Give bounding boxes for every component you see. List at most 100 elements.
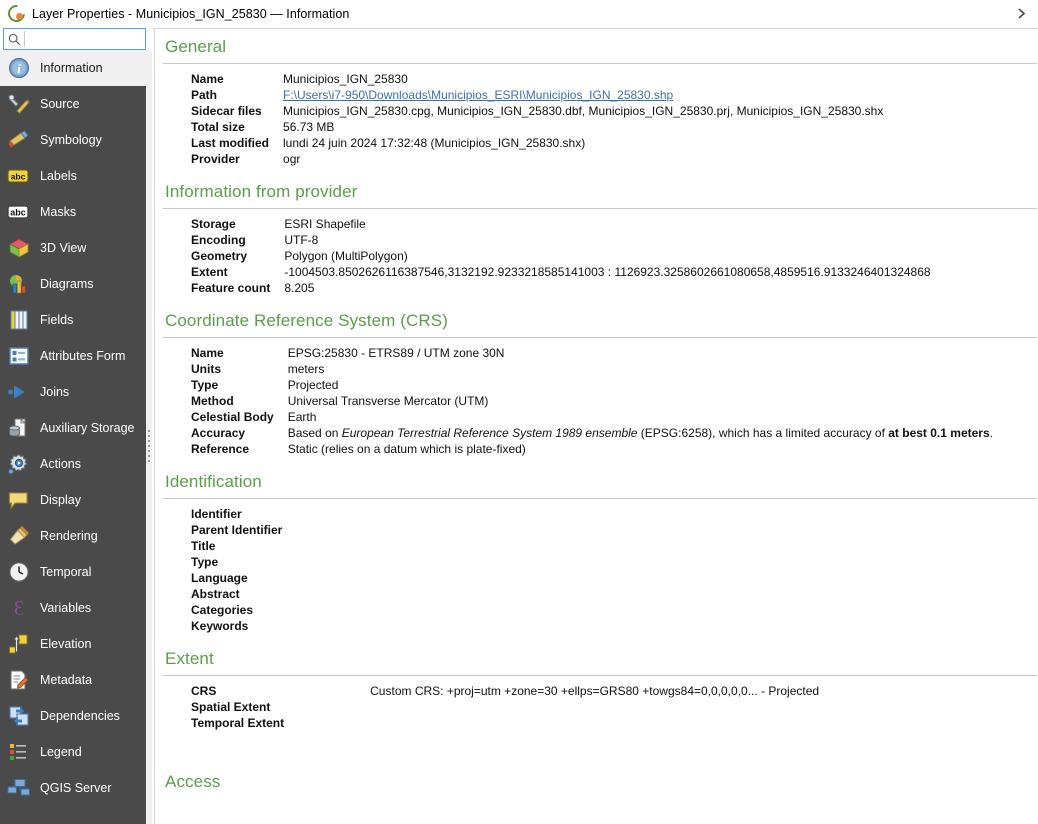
table-row: Extent -1004503.8502626116387546,3132192… [191,265,931,281]
row-value: UTF-8 [284,233,319,247]
close-icon[interactable] [1010,3,1032,23]
qgis-server-icon [6,775,32,801]
svg-text:i: i [17,61,21,76]
row-value: Municipios_IGN_25830.cpg, Municipios_IGN… [283,104,884,118]
sidebar-item-masks[interactable]: abc Masks [0,194,146,230]
masks-abc-icon: abc [6,199,32,225]
sidebar-item-qgis-server[interactable]: QGIS Server [0,770,146,806]
title-bar: Layer Properties - Municipios_IGN_25830 … [0,0,1038,27]
window-title: Layer Properties - Municipios_IGN_25830 … [32,6,350,21]
svg-text:Ɛ: Ɛ [14,597,25,619]
crs-table: Name EPSG:25830 - ETRS89 / UTM zone 30N … [191,346,993,458]
row-value: Custom CRS: +proj=utm +zone=30 +ellps=GR… [370,684,820,698]
path-link[interactable]: F:\Users\i7-950\Downloads\Municipios_ESR… [283,88,673,102]
table-row: Storage ESRI Shapefile [191,217,931,233]
sidebar-item-joins[interactable]: Joins [0,374,146,410]
row-key: Geometry [191,249,248,263]
sidebar-item-display[interactable]: Display [0,482,146,518]
identification-table: Identifier Parent Identifier Title Type [191,507,296,635]
sidebar-item-label: Fields [40,313,74,327]
row-value: Projected [287,378,339,392]
search-box[interactable] [3,28,186,50]
section-crs: Coordinate Reference System (CRS) Name E… [163,311,1038,458]
row-key: Temporal Extent [191,716,285,730]
sidebar-item-actions[interactable]: Actions [0,446,146,482]
sidebar-item-3d-view[interactable]: 3D View [0,230,146,266]
row-key: CRS [191,684,217,698]
sidebar-item-label: Source [40,97,80,111]
sidebar-item-label: Display [40,493,81,507]
table-row: CRS Custom CRS: +proj=utm +zone=30 +ellp… [191,684,819,700]
sidebar-item-labels[interactable]: abc Labels [0,158,146,194]
table-row: Method Universal Transverse Mercator (UT… [191,394,993,410]
properties-sidebar[interactable]: i Information Source Symbology abc Label… [0,50,146,824]
row-value: Static (relies on a datum which is plate… [287,442,526,456]
sidebar-item-label: Masks [40,205,77,219]
sidebar-item-label: Elevation [40,637,92,651]
row-key: Type [191,378,219,392]
table-row: Total size 56.73 MB [191,120,883,136]
sidebar-item-metadata[interactable]: Metadata [0,662,146,698]
sidebar-item-fields[interactable]: Fields [0,302,146,338]
auxiliary-storage-icon [6,415,32,441]
sidebar-item-symbology[interactable]: Symbology [0,122,146,158]
layer-properties-dialog: Layer Properties - Municipios_IGN_25830 … [0,0,1038,824]
sidebar-item-temporal[interactable]: Temporal [0,554,146,590]
row-key: Title [191,539,216,553]
row-key: Name [191,72,224,86]
row-key: Language [191,571,248,585]
sidebar-item-source[interactable]: Source [0,86,146,122]
sidebar-item-diagrams[interactable]: Diagrams [0,266,146,302]
row-key: Identifier [191,507,242,521]
table-row-accuracy: Accuracy Based on European Terrestrial R… [191,426,993,442]
section-access: Access [163,772,1038,792]
row-key: Method [191,394,234,408]
table-row: Spatial Extent [191,700,819,716]
sidebar-item-legend[interactable]: Legend [0,734,146,770]
sidebar-item-label: Symbology [40,133,102,147]
table-row: Path F:\Users\i7-950\Downloads\Municipio… [191,88,883,104]
splitter-grip [148,430,150,464]
sidebar-item-variables[interactable]: Ɛ Variables [0,590,146,626]
sidebar-item-auxiliary-storage[interactable]: Auxiliary Storage [0,410,146,446]
row-key: Categories [191,603,254,617]
table-row: Type [191,555,296,571]
row-key: Spatial Extent [191,700,271,714]
section-heading: General [165,37,227,56]
row-value: Earth [287,410,317,424]
sidebar-splitter[interactable] [146,50,152,824]
sidebar-item-rendering[interactable]: Rendering [0,518,146,554]
row-key: Accuracy [191,426,246,440]
sidebar-item-dependencies[interactable]: Dependencies [0,698,146,734]
dependencies-icon [6,703,32,729]
sidebar-item-information[interactable]: i Information [0,50,146,86]
information-icon: i [6,55,32,81]
divider [163,675,1037,676]
table-row: Name Municipios_IGN_25830 [191,72,883,88]
row-key: Type [191,555,219,569]
row-value: Municipios_IGN_25830 [283,72,408,86]
divider [163,208,1037,209]
labels-abc-icon: abc [6,163,32,189]
temporal-clock-icon [6,559,32,585]
row-key: Units [191,362,221,376]
row-value: ESRI Shapefile [284,217,366,231]
diagrams-chart-icon [6,271,32,297]
table-row: Language [191,571,296,587]
section-provider: Information from provider Storage ESRI S… [163,182,1038,297]
sidebar-item-attributes-form[interactable]: Attributes Form [0,338,146,374]
accuracy-datum-name: European Terrestrial Reference System 19… [341,426,638,440]
row-key: Last modified [191,136,270,150]
table-row: Celestial Body Earth [191,410,993,426]
row-value: 56.73 MB [283,120,335,134]
row-key: Encoding [191,233,246,247]
accuracy-value: at best 0.1 meters [888,426,990,440]
sidebar-item-label: Labels [40,169,77,183]
sidebar-item-label: 3D View [40,241,87,255]
table-row: Sidecar files Municipios_IGN_25830.cpg, … [191,104,883,120]
row-value [298,700,819,716]
table-row: Identifier [191,507,296,523]
sidebar-item-elevation[interactable]: Elevation [0,626,146,662]
table-row: Feature count 8.205 [191,281,931,297]
row-key: Celestial Body [191,410,274,424]
